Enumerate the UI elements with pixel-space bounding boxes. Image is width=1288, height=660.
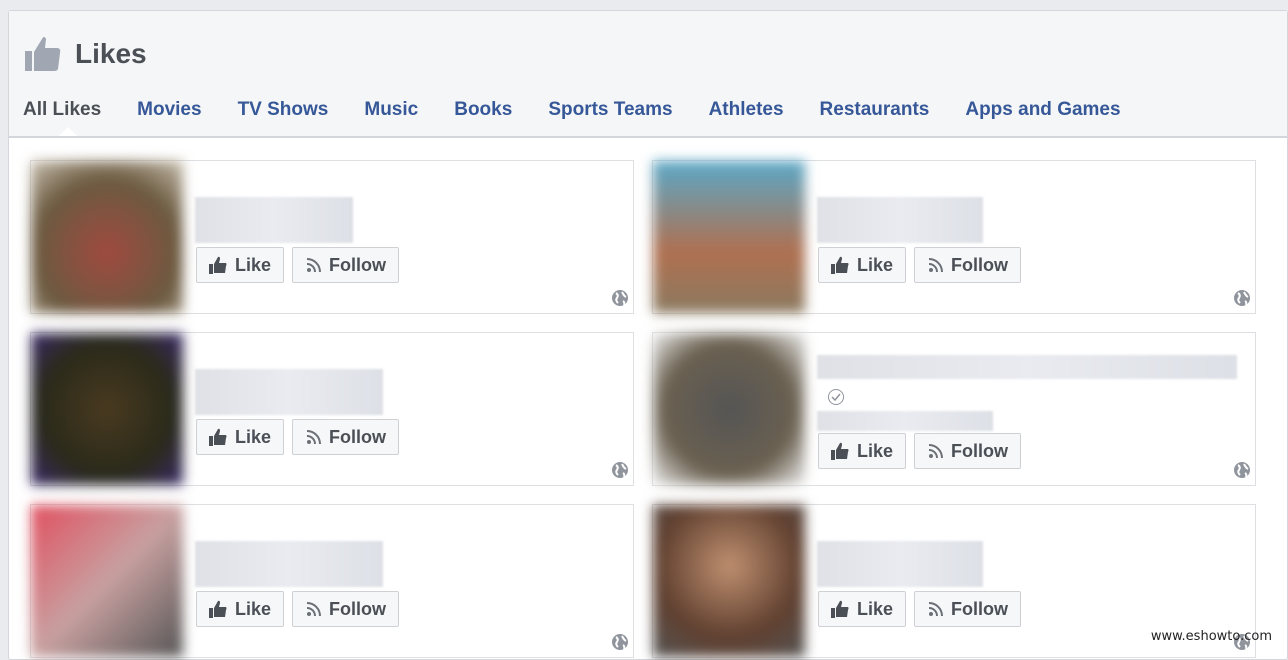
like-button[interactable]: Like [818, 433, 907, 469]
like-label: Like [235, 254, 272, 275]
tab-music[interactable]: Music [364, 99, 418, 121]
like-card: Like Follow [30, 504, 634, 658]
like-card: Like Follow [30, 160, 634, 314]
like-label: Like [857, 440, 894, 461]
rss-icon [929, 258, 943, 272]
follow-label: Follow [951, 440, 1008, 461]
like-button[interactable]: Like [196, 419, 285, 455]
like-label: Like [857, 598, 894, 619]
like-button[interactable]: Like [818, 247, 907, 283]
thumbs-up-icon [209, 600, 227, 618]
tab-athletes[interactable]: Athletes [709, 99, 784, 121]
likes-header: Likes All Likes Movies TV Shows Music Bo… [9, 11, 1287, 138]
like-button[interactable]: Like [196, 591, 285, 627]
verified-badge-icon [828, 389, 844, 405]
globe-icon [1234, 462, 1250, 478]
follow-button[interactable]: Follow [292, 247, 399, 283]
follow-label: Follow [329, 426, 386, 447]
thumbs-up-icon [209, 256, 227, 274]
thumbs-up-icon [831, 600, 849, 618]
page-thumbnail[interactable] [31, 333, 183, 485]
thumbs-up-icon [831, 442, 849, 460]
page-name[interactable] [817, 541, 983, 587]
page-name[interactable] [195, 369, 383, 415]
like-label: Like [857, 254, 894, 275]
page-name[interactable] [195, 197, 353, 243]
follow-label: Follow [951, 598, 1008, 619]
like-label: Like [235, 426, 272, 447]
globe-icon [612, 634, 628, 650]
follow-button[interactable]: Follow [292, 419, 399, 455]
page-thumbnail[interactable] [31, 161, 183, 313]
follow-label: Follow [951, 254, 1008, 275]
page-thumbnail[interactable] [653, 505, 805, 657]
like-button[interactable]: Like [818, 591, 907, 627]
like-button[interactable]: Like [196, 247, 285, 283]
rss-icon [929, 444, 943, 458]
page-thumbnail[interactable] [653, 161, 805, 313]
page-thumbnail[interactable] [31, 505, 183, 657]
rss-icon [307, 258, 321, 272]
like-card: Like Follow [30, 332, 634, 486]
rss-icon [307, 430, 321, 444]
like-card: Like Follow [652, 160, 1256, 314]
tab-apps-and-games[interactable]: Apps and Games [965, 99, 1120, 121]
thumbs-up-icon [209, 428, 227, 446]
page-name[interactable] [817, 197, 983, 243]
globe-icon [1234, 290, 1250, 306]
page-title: Likes [75, 38, 147, 69]
follow-button[interactable]: Follow [914, 591, 1021, 627]
thumbs-up-icon [831, 256, 849, 274]
rss-icon [307, 602, 321, 616]
page-thumbnail[interactable] [653, 333, 805, 485]
follow-label: Follow [329, 254, 386, 275]
tab-sports-teams[interactable]: Sports Teams [548, 99, 672, 121]
like-card: Like Follow [652, 332, 1256, 486]
likes-tabs: All Likes Movies TV Shows Music Books Sp… [23, 99, 1157, 136]
follow-button[interactable]: Follow [914, 247, 1021, 283]
follow-button[interactable]: Follow [914, 433, 1021, 469]
follow-button[interactable]: Follow [292, 591, 399, 627]
tab-books[interactable]: Books [454, 99, 512, 121]
thumbs-up-icon [25, 37, 61, 71]
tab-movies[interactable]: Movies [137, 99, 201, 121]
globe-icon [612, 290, 628, 306]
tab-tv-shows[interactable]: TV Shows [238, 99, 329, 121]
tab-restaurants[interactable]: Restaurants [820, 99, 930, 121]
like-label: Like [235, 598, 272, 619]
page-name[interactable] [195, 541, 383, 587]
follow-label: Follow [329, 598, 386, 619]
tab-all-likes[interactable]: All Likes [23, 99, 101, 136]
globe-icon [612, 462, 628, 478]
rss-icon [929, 602, 943, 616]
page-category [817, 411, 993, 431]
watermark: www.eshowto.com [1150, 629, 1272, 644]
page-name[interactable] [817, 355, 1237, 379]
